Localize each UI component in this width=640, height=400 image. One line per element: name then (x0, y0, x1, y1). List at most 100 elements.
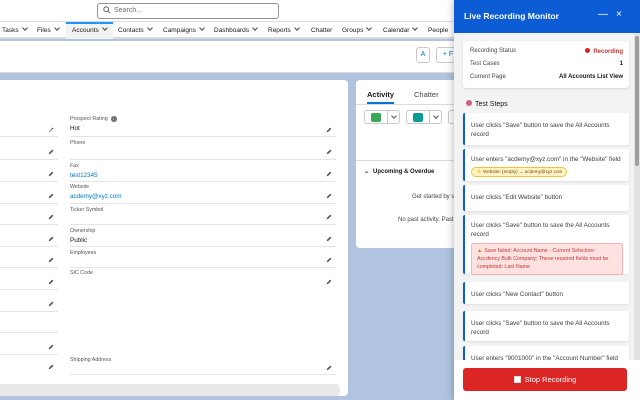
info-icon[interactable]: i (110, 116, 117, 122)
nav-item-files[interactable]: Files (37, 22, 60, 39)
chevron-down-icon: ⌄ (364, 169, 370, 175)
chevron-down-icon[interactable] (146, 25, 153, 31)
divider (70, 374, 336, 375)
event-icon (371, 113, 381, 122)
tab-activity[interactable]: Activity (367, 90, 395, 104)
error-text: Save failed: Account Name - Current Sele… (477, 248, 609, 270)
field-label: Shipping Address (70, 357, 112, 363)
list-item: User clicks "New Contact" button (463, 282, 629, 304)
field-value[interactable]: acdemy@xyz.com (70, 193, 122, 200)
list-item: User clicks "Save" button to save the Al… (463, 113, 629, 145)
chevron-down-icon[interactable] (433, 113, 439, 119)
nav-item-campaigns[interactable]: Campaigns (163, 22, 205, 39)
card-footer (0, 384, 340, 396)
chevron-down-icon[interactable] (391, 113, 397, 119)
nav-label: Reports (268, 27, 291, 34)
pencil-icon[interactable] (326, 171, 332, 177)
chevron-down-icon[interactable] (199, 25, 205, 31)
list-item: User clicks "Save" button to save the Al… (463, 215, 629, 275)
nav-label: Files (37, 27, 51, 34)
nav-item-accounts[interactable]: Accounts (66, 22, 113, 39)
pencil-icon[interactable] (326, 127, 332, 133)
nav-item-dashboards[interactable]: Dashboards (214, 22, 258, 39)
tab-chatter[interactable]: Chatter (414, 90, 439, 99)
upcoming-overdue-header[interactable]: ⌄ Upcoming & Overdue (364, 168, 434, 175)
details-card: Prospect Rating i Hot Phone Fax test12345… (0, 80, 348, 396)
button-label: A (420, 51, 426, 58)
pencil-icon[interactable] (48, 236, 54, 242)
scrollbar-thumb[interactable] (635, 36, 639, 166)
nav-item-calendar[interactable]: Calendar (383, 22, 419, 39)
test-cases-label: Test Cases (470, 61, 500, 67)
chevron-down-icon[interactable] (293, 25, 300, 31)
chevron-down-icon[interactable] (252, 25, 258, 31)
minimize-button[interactable]: — (598, 9, 608, 20)
new-event-button[interactable] (364, 110, 400, 124)
field-fax: Fax test12345 (70, 163, 98, 179)
monitor-header: Live Recording Monitor — × (454, 0, 640, 33)
button-divider (387, 111, 388, 123)
divider (0, 267, 58, 268)
nav-item-contacts[interactable]: Contacts (118, 22, 153, 39)
recording-dot-icon (585, 48, 591, 53)
list-item: User clicks "Save" button to save the Al… (463, 311, 629, 341)
close-button[interactable]: × (616, 9, 622, 20)
undo-icon[interactable] (48, 127, 54, 133)
pencil-icon[interactable] (48, 214, 54, 220)
nav-label: Accounts (72, 27, 99, 34)
nav-item-people[interactable]: People (428, 22, 448, 39)
divider (0, 203, 58, 204)
field-sic-code: SIC Code (70, 270, 93, 276)
button-label: + F (442, 51, 454, 58)
call-icon (413, 113, 423, 122)
pencil-icon[interactable] (326, 149, 332, 155)
field-label: Phone (70, 140, 86, 146)
pencil-icon[interactable] (48, 257, 54, 263)
search-input[interactable]: Search... (97, 3, 279, 19)
field-employees: Employees (70, 250, 96, 256)
pencil-icon[interactable] (48, 171, 54, 177)
pencil-icon[interactable] (48, 344, 54, 350)
step-text: User enters "acdemy@xyz.com" in the "Web… (471, 156, 621, 163)
pencil-icon[interactable] (326, 214, 332, 220)
search-placeholder: Search... (114, 7, 143, 14)
chevron-down-icon[interactable] (101, 25, 108, 31)
pencil-icon[interactable] (326, 193, 332, 199)
pencil-icon[interactable] (326, 365, 332, 371)
chevron-down-icon[interactable] (21, 25, 28, 31)
pencil-icon[interactable] (326, 279, 332, 285)
stop-recording-button[interactable]: Stop Recording (463, 368, 627, 391)
pencil-icon[interactable] (48, 364, 54, 370)
nav-item-tasks[interactable]: Tasks (2, 22, 28, 39)
change-owner-button[interactable]: A (416, 47, 430, 63)
chevron-down-icon[interactable] (53, 25, 60, 31)
chevron-down-icon[interactable] (366, 25, 373, 31)
divider (70, 159, 336, 160)
pencil-icon[interactable] (48, 193, 54, 199)
nav-item-reports[interactable]: Reports (268, 22, 300, 39)
pencil-icon[interactable] (48, 279, 54, 285)
pencil-icon[interactable] (48, 301, 54, 307)
nav-item-chatter[interactable]: Chatter (311, 22, 332, 39)
divider (0, 246, 58, 247)
pencil-icon[interactable] (326, 257, 332, 263)
current-page-label: Current Page (470, 74, 506, 80)
chevron-down-icon[interactable] (412, 25, 419, 31)
no-past-activity-text: No past activity. Past (398, 217, 454, 223)
upcoming-label: Upcoming & Overdue (373, 169, 435, 175)
divider (0, 159, 58, 160)
new-call-button[interactable] (406, 110, 442, 124)
status-label: Recording Status (470, 48, 517, 54)
test-cases-row: Test Cases 1 (470, 61, 623, 67)
current-page-value: All Accounts List View (558, 74, 623, 80)
step-text: User clicks "Edit Website" button (471, 194, 563, 201)
nav-label: People (428, 27, 449, 34)
pencil-icon[interactable] (326, 236, 332, 242)
tab-label: Activity (367, 90, 395, 99)
badge-text: Website: (empty) → acdemy@xyz.com (483, 169, 563, 174)
test-steps-label: Test Steps (475, 101, 508, 108)
nav-item-groups[interactable]: Groups (342, 22, 373, 39)
field-value[interactable]: test12345 (70, 172, 98, 179)
field-label: SIC Code (70, 270, 93, 276)
pencil-icon[interactable] (48, 149, 54, 155)
